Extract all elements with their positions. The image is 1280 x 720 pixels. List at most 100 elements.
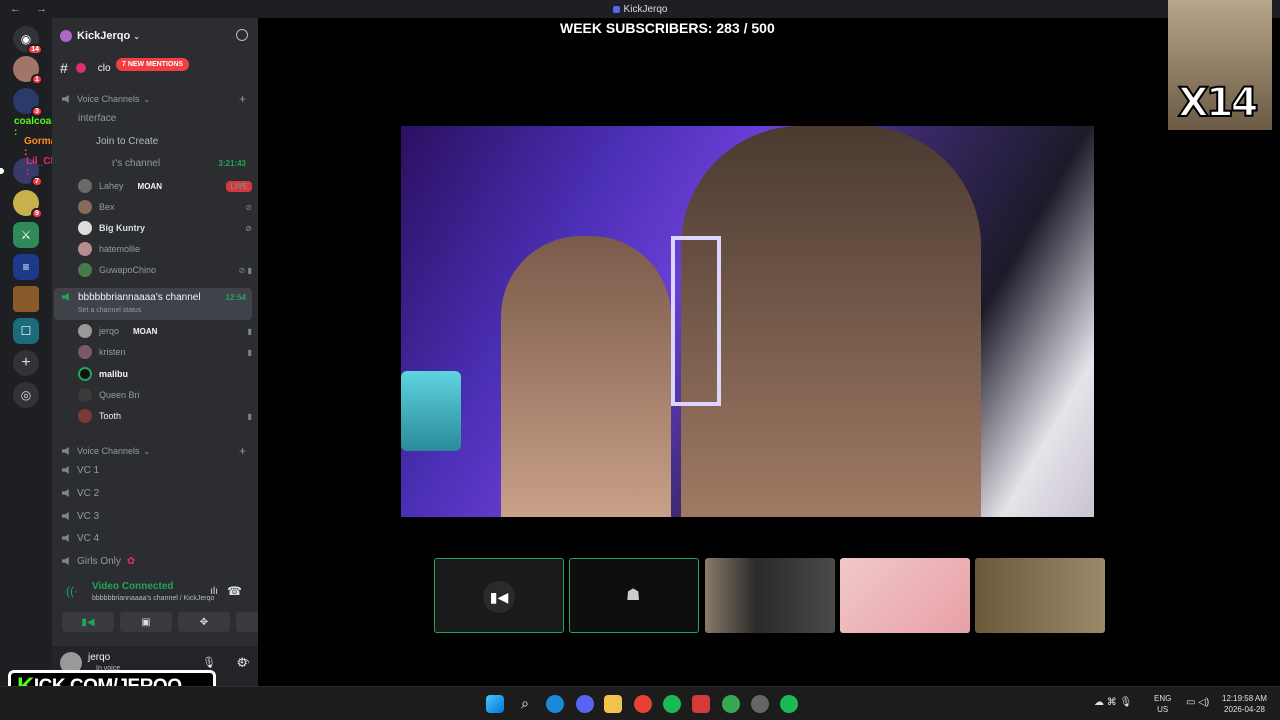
voice-channel[interactable]: VC 3	[52, 506, 258, 526]
app-icon[interactable]	[663, 695, 681, 713]
chrome-icon[interactable]	[634, 695, 652, 713]
server-header[interactable]: KickJerqo ⌄	[52, 18, 258, 54]
join-to-create-channel[interactable]: Join to Create	[52, 131, 258, 151]
server-icon[interactable]: ☐	[13, 318, 39, 344]
avatar	[78, 367, 92, 381]
voice-channel-owner[interactable]: r's channel 3:21:43	[52, 153, 258, 173]
settings-gear-icon[interactable]: ⚙	[236, 655, 248, 671]
chrome-icon[interactable]	[722, 695, 740, 713]
voice-channel[interactable]: Girls Only ✿	[52, 551, 258, 571]
server-icon[interactable]: 3	[13, 88, 43, 117]
search-icon[interactable]: ⌕	[516, 695, 534, 713]
speaker-icon	[62, 512, 69, 520]
signal-icon[interactable]: ((·	[66, 584, 78, 598]
subscriber-goal: WEEK SUBSCRIBERS: 283 / 500	[560, 20, 775, 36]
activities-button[interactable]: ✥	[178, 612, 230, 632]
edge-icon[interactable]	[546, 695, 564, 713]
server-badge: 1	[31, 74, 43, 85]
spotify-icon[interactable]	[780, 695, 798, 713]
chevron-down-icon: ⌄	[143, 446, 151, 456]
mirror-shape	[671, 236, 721, 406]
server-icon[interactable]: 9	[13, 190, 43, 219]
active-voice-channel[interactable]: bbbbbbriannaaaa's channel 12:54 Set a ch…	[54, 288, 252, 320]
avatar	[78, 179, 92, 193]
username: jerqo	[88, 652, 111, 663]
server-icon[interactable]: ≡	[13, 254, 39, 280]
voice-user[interactable]: Big Kuntry ⊘	[78, 219, 252, 237]
language-indicator[interactable]: ENG US	[1154, 693, 1171, 715]
window-title: KickJerqo	[0, 4, 1280, 15]
speaker-icon	[62, 466, 69, 474]
voice-user[interactable]: Tooth ▮	[78, 407, 252, 425]
participant-tile[interactable]	[840, 558, 970, 633]
voice-status: Video Connected	[92, 581, 174, 592]
channel-interface[interactable]: interface	[52, 108, 258, 128]
voice-channel[interactable]: VC 2	[52, 483, 258, 503]
avatar: ☗	[626, 587, 641, 604]
avatar	[78, 409, 92, 423]
voice-channel-path[interactable]: bbbbbbriannaaaa's channel / KickJerqo	[92, 595, 214, 602]
tray-icons[interactable]: ☁ ⌘ 🎙	[1094, 697, 1132, 708]
microphone-icon[interactable]: 🎙	[202, 656, 216, 669]
channel-sidebar: KickJerqo ⌄ # clo 7 NEW MENTIONS Voice Cha…	[52, 18, 288, 686]
hash-icon: #	[60, 60, 68, 76]
participant-tile[interactable]	[975, 558, 1105, 633]
live-badge: LIVE	[226, 180, 252, 192]
chevron-down-icon: ⌄	[133, 31, 140, 41]
channel-timer: 3:21:43	[218, 158, 246, 168]
multiplier-overlay: X14	[1177, 79, 1259, 127]
speaker-icon	[62, 557, 69, 565]
add-channel-icon[interactable]: +	[239, 92, 246, 106]
main-video-tile[interactable]	[401, 126, 1094, 517]
network-volume-icon[interactable]: ▭ ◁)	[1186, 697, 1209, 708]
participant-tile[interactable]: ☗	[569, 558, 699, 633]
channel-emoji-icon	[75, 63, 86, 73]
speaker-icon	[62, 95, 69, 103]
noise-suppression-icon[interactable]: ılı	[210, 586, 218, 597]
voice-connection-panel: ((· Video Connected bbbbbbriannaaaa's ch…	[58, 576, 288, 638]
add-channel-icon[interactable]: +	[239, 444, 246, 458]
person-shape	[681, 126, 981, 517]
camera-button[interactable]: ▮◀	[62, 612, 114, 632]
speaker-icon	[62, 447, 69, 455]
voice-channel[interactable]: VC 1	[52, 460, 258, 480]
camera-icon: ▮	[247, 326, 252, 336]
server-icon[interactable]: ⚔	[13, 222, 39, 248]
category-header[interactable]: Voice Channels ⌄ +	[52, 441, 258, 461]
channel-status[interactable]: Set a channel status	[78, 307, 141, 314]
voice-user[interactable]: Bex ⊘	[78, 198, 252, 216]
clock[interactable]: 12:19:58 AM 2026-04-28	[1222, 693, 1267, 715]
app-icon[interactable]	[751, 695, 769, 713]
add-server-icon[interactable]: +	[13, 350, 39, 376]
start-icon[interactable]	[486, 695, 504, 713]
invite-icon[interactable]	[236, 29, 248, 41]
direct-messages-icon[interactable]: ◉ 14	[13, 26, 43, 55]
disconnect-icon[interactable]: ☎	[227, 584, 242, 598]
voice-user[interactable]: GuwapoChino ⊘ ▮	[78, 261, 252, 279]
speaker-icon	[62, 293, 69, 301]
voice-user[interactable]: Queen Bri	[78, 386, 252, 404]
voice-user[interactable]: Lahey MOAN LIVE	[78, 177, 252, 195]
voice-user[interactable]: kristen ▮	[78, 343, 252, 361]
voice-user[interactable]: malibu	[78, 365, 252, 383]
lamp-shape	[401, 371, 461, 451]
speaker-icon	[62, 534, 69, 542]
participant-tile[interactable]	[705, 558, 835, 633]
server-icon[interactable]	[13, 286, 39, 312]
discover-icon[interactable]: ◎	[13, 382, 39, 408]
avatar	[78, 388, 92, 402]
selected-pip	[0, 168, 4, 174]
server-icon[interactable]: 1	[13, 56, 43, 85]
new-mentions-pill[interactable]: 7 NEW MENTIONS	[116, 58, 190, 71]
participant-tile[interactable]: ▮◀	[434, 558, 564, 633]
app-icon[interactable]	[692, 695, 710, 713]
file-explorer-icon[interactable]	[604, 695, 622, 713]
avatar	[78, 263, 92, 277]
voice-user[interactable]: jerqo MOAN ▮	[78, 322, 252, 340]
screen-share-button[interactable]: ▣	[120, 612, 172, 632]
windows-taskbar: ⌕ ☁ ⌘ 🎙 ENG US ▭ ◁) 12:19:58 AM 2026-04-28	[0, 686, 1280, 720]
voice-user[interactable]: hatemollie	[78, 240, 252, 258]
category-header[interactable]: Voice Channels ⌄ +	[52, 89, 258, 109]
discord-icon[interactable]	[576, 695, 594, 713]
voice-channel[interactable]: VC 4	[52, 528, 258, 548]
